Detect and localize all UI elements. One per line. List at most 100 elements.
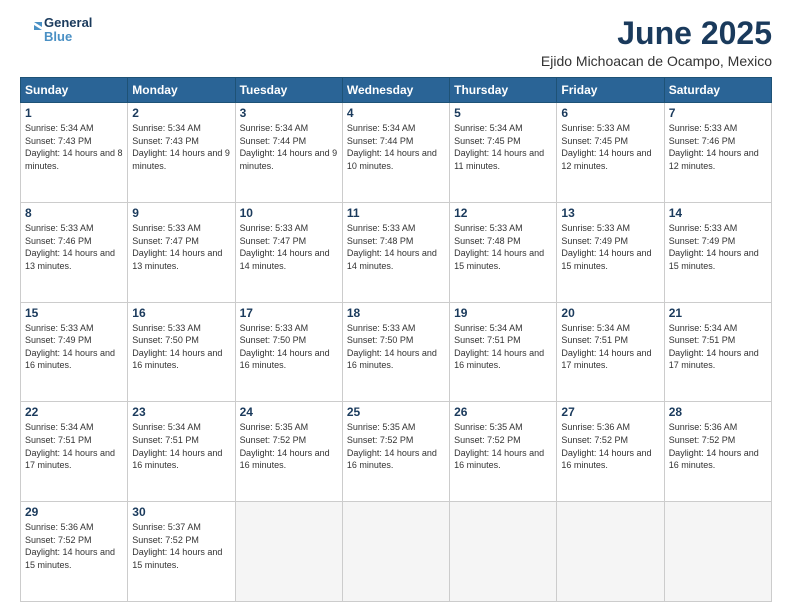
day-cell: 30 Sunrise: 5:37 AM Sunset: 7:52 PM Dayl… [128, 502, 235, 602]
day-number: 25 [347, 405, 445, 419]
day-content: Sunrise: 5:33 AM Sunset: 7:48 PM Dayligh… [454, 222, 552, 272]
day-number: 11 [347, 206, 445, 220]
day-content: Sunrise: 5:36 AM Sunset: 7:52 PM Dayligh… [25, 521, 123, 571]
day-number: 10 [240, 206, 338, 220]
day-number: 12 [454, 206, 552, 220]
day-cell: 28 Sunrise: 5:36 AM Sunset: 7:52 PM Dayl… [664, 402, 771, 502]
day-cell: 17 Sunrise: 5:33 AM Sunset: 7:50 PM Dayl… [235, 302, 342, 402]
day-number: 2 [132, 106, 230, 120]
day-cell [450, 502, 557, 602]
header-tuesday: Tuesday [235, 78, 342, 103]
header-friday: Friday [557, 78, 664, 103]
day-cell: 9 Sunrise: 5:33 AM Sunset: 7:47 PM Dayli… [128, 202, 235, 302]
day-content: Sunrise: 5:34 AM Sunset: 7:45 PM Dayligh… [454, 122, 552, 172]
day-cell: 29 Sunrise: 5:36 AM Sunset: 7:52 PM Dayl… [21, 502, 128, 602]
day-cell [235, 502, 342, 602]
day-content: Sunrise: 5:34 AM Sunset: 7:51 PM Dayligh… [561, 322, 659, 372]
day-number: 29 [25, 505, 123, 519]
day-cell: 12 Sunrise: 5:33 AM Sunset: 7:48 PM Dayl… [450, 202, 557, 302]
day-number: 20 [561, 306, 659, 320]
day-number: 28 [669, 405, 767, 419]
day-number: 22 [25, 405, 123, 419]
header-row: Sunday Monday Tuesday Wednesday Thursday… [21, 78, 772, 103]
day-cell: 21 Sunrise: 5:34 AM Sunset: 7:51 PM Dayl… [664, 302, 771, 402]
day-content: Sunrise: 5:33 AM Sunset: 7:49 PM Dayligh… [561, 222, 659, 272]
day-cell [557, 502, 664, 602]
day-content: Sunrise: 5:36 AM Sunset: 7:52 PM Dayligh… [561, 421, 659, 471]
week-row-1: 1 Sunrise: 5:34 AM Sunset: 7:43 PM Dayli… [21, 103, 772, 203]
day-content: Sunrise: 5:33 AM Sunset: 7:47 PM Dayligh… [240, 222, 338, 272]
day-cell: 18 Sunrise: 5:33 AM Sunset: 7:50 PM Dayl… [342, 302, 449, 402]
day-number: 6 [561, 106, 659, 120]
day-number: 8 [25, 206, 123, 220]
day-content: Sunrise: 5:33 AM Sunset: 7:50 PM Dayligh… [240, 322, 338, 372]
day-content: Sunrise: 5:34 AM Sunset: 7:51 PM Dayligh… [669, 322, 767, 372]
day-cell: 10 Sunrise: 5:33 AM Sunset: 7:47 PM Dayl… [235, 202, 342, 302]
day-number: 18 [347, 306, 445, 320]
day-content: Sunrise: 5:33 AM Sunset: 7:49 PM Dayligh… [25, 322, 123, 372]
header-wednesday: Wednesday [342, 78, 449, 103]
day-content: Sunrise: 5:34 AM Sunset: 7:44 PM Dayligh… [347, 122, 445, 172]
day-cell: 24 Sunrise: 5:35 AM Sunset: 7:52 PM Dayl… [235, 402, 342, 502]
day-content: Sunrise: 5:33 AM Sunset: 7:48 PM Dayligh… [347, 222, 445, 272]
day-number: 9 [132, 206, 230, 220]
day-number: 26 [454, 405, 552, 419]
day-cell: 15 Sunrise: 5:33 AM Sunset: 7:49 PM Dayl… [21, 302, 128, 402]
day-cell: 11 Sunrise: 5:33 AM Sunset: 7:48 PM Dayl… [342, 202, 449, 302]
calendar-subtitle: Ejido Michoacan de Ocampo, Mexico [541, 53, 772, 69]
day-cell [342, 502, 449, 602]
day-content: Sunrise: 5:34 AM Sunset: 7:51 PM Dayligh… [132, 421, 230, 471]
calendar-page: General Blue June 2025 Ejido Michoacan d… [0, 0, 792, 612]
header-sunday: Sunday [21, 78, 128, 103]
day-content: Sunrise: 5:33 AM Sunset: 7:50 PM Dayligh… [132, 322, 230, 372]
header-monday: Monday [128, 78, 235, 103]
day-content: Sunrise: 5:33 AM Sunset: 7:50 PM Dayligh… [347, 322, 445, 372]
day-cell: 26 Sunrise: 5:35 AM Sunset: 7:52 PM Dayl… [450, 402, 557, 502]
day-content: Sunrise: 5:33 AM Sunset: 7:47 PM Dayligh… [132, 222, 230, 272]
day-content: Sunrise: 5:34 AM Sunset: 7:51 PM Dayligh… [454, 322, 552, 372]
week-row-5: 29 Sunrise: 5:36 AM Sunset: 7:52 PM Dayl… [21, 502, 772, 602]
day-content: Sunrise: 5:34 AM Sunset: 7:43 PM Dayligh… [25, 122, 123, 172]
day-cell: 8 Sunrise: 5:33 AM Sunset: 7:46 PM Dayli… [21, 202, 128, 302]
day-number: 16 [132, 306, 230, 320]
day-cell: 7 Sunrise: 5:33 AM Sunset: 7:46 PM Dayli… [664, 103, 771, 203]
day-content: Sunrise: 5:33 AM Sunset: 7:46 PM Dayligh… [669, 122, 767, 172]
day-content: Sunrise: 5:35 AM Sunset: 7:52 PM Dayligh… [454, 421, 552, 471]
day-cell: 14 Sunrise: 5:33 AM Sunset: 7:49 PM Dayl… [664, 202, 771, 302]
day-content: Sunrise: 5:34 AM Sunset: 7:44 PM Dayligh… [240, 122, 338, 172]
header-thursday: Thursday [450, 78, 557, 103]
day-cell: 2 Sunrise: 5:34 AM Sunset: 7:43 PM Dayli… [128, 103, 235, 203]
day-content: Sunrise: 5:34 AM Sunset: 7:43 PM Dayligh… [132, 122, 230, 172]
day-number: 27 [561, 405, 659, 419]
day-cell: 19 Sunrise: 5:34 AM Sunset: 7:51 PM Dayl… [450, 302, 557, 402]
day-number: 19 [454, 306, 552, 320]
day-content: Sunrise: 5:33 AM Sunset: 7:45 PM Dayligh… [561, 122, 659, 172]
day-content: Sunrise: 5:33 AM Sunset: 7:46 PM Dayligh… [25, 222, 123, 272]
day-number: 24 [240, 405, 338, 419]
calendar-title: June 2025 [541, 16, 772, 51]
day-content: Sunrise: 5:35 AM Sunset: 7:52 PM Dayligh… [240, 421, 338, 471]
header-saturday: Saturday [664, 78, 771, 103]
logo-svg [20, 19, 42, 41]
day-number: 5 [454, 106, 552, 120]
week-row-3: 15 Sunrise: 5:33 AM Sunset: 7:49 PM Dayl… [21, 302, 772, 402]
day-cell: 20 Sunrise: 5:34 AM Sunset: 7:51 PM Dayl… [557, 302, 664, 402]
week-row-2: 8 Sunrise: 5:33 AM Sunset: 7:46 PM Dayli… [21, 202, 772, 302]
day-number: 21 [669, 306, 767, 320]
calendar-table: Sunday Monday Tuesday Wednesday Thursday… [20, 77, 772, 602]
day-number: 15 [25, 306, 123, 320]
logo-blue: Blue [44, 30, 92, 44]
day-number: 7 [669, 106, 767, 120]
day-number: 4 [347, 106, 445, 120]
day-cell: 6 Sunrise: 5:33 AM Sunset: 7:45 PM Dayli… [557, 103, 664, 203]
week-row-4: 22 Sunrise: 5:34 AM Sunset: 7:51 PM Dayl… [21, 402, 772, 502]
day-content: Sunrise: 5:35 AM Sunset: 7:52 PM Dayligh… [347, 421, 445, 471]
day-number: 14 [669, 206, 767, 220]
day-number: 17 [240, 306, 338, 320]
day-content: Sunrise: 5:36 AM Sunset: 7:52 PM Dayligh… [669, 421, 767, 471]
day-number: 13 [561, 206, 659, 220]
day-cell: 1 Sunrise: 5:34 AM Sunset: 7:43 PM Dayli… [21, 103, 128, 203]
day-cell: 25 Sunrise: 5:35 AM Sunset: 7:52 PM Dayl… [342, 402, 449, 502]
day-cell: 4 Sunrise: 5:34 AM Sunset: 7:44 PM Dayli… [342, 103, 449, 203]
logo: General Blue [20, 16, 92, 45]
